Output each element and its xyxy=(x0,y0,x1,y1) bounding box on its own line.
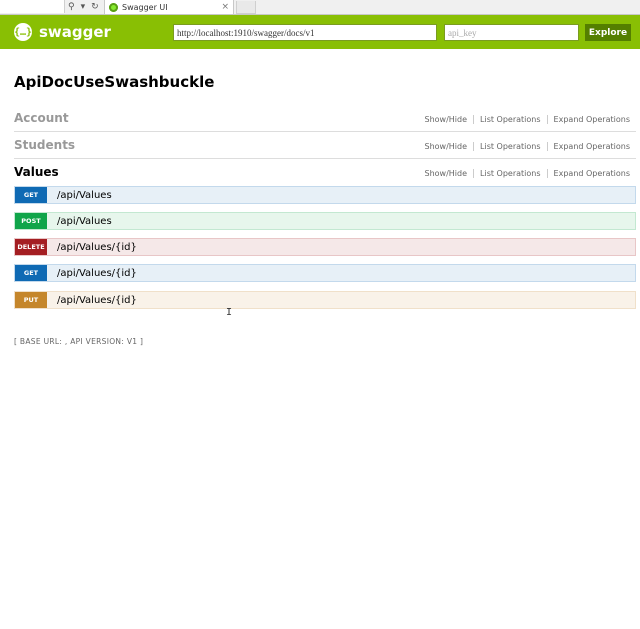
browser-tab[interactable]: Swagger UI × xyxy=(104,0,234,14)
operation-row[interactable]: POST /api/Values xyxy=(14,212,636,230)
resource-account: Account Show/Hide List Operations Expand… xyxy=(14,111,636,132)
api-url-input[interactable] xyxy=(173,24,437,41)
operation-path[interactable]: /api/Values/{id} xyxy=(57,242,137,253)
swagger-header: {…} swagger Explore xyxy=(0,15,640,49)
resource-name[interactable]: Values xyxy=(14,165,59,179)
method-badge[interactable]: DELETE xyxy=(15,239,47,255)
list-operations-link[interactable]: List Operations xyxy=(474,169,548,178)
address-bar-icons: ⚲ ▾ ↻ xyxy=(68,0,99,13)
expand-operations-link[interactable]: Expand Operations xyxy=(548,142,630,151)
show-hide-link[interactable]: Show/Hide xyxy=(419,115,475,124)
api-key-input[interactable] xyxy=(444,24,579,41)
list-operations-link[interactable]: List Operations xyxy=(474,115,548,124)
new-tab-button[interactable] xyxy=(236,1,256,14)
close-tab-icon[interactable]: × xyxy=(221,2,229,12)
logo-text: swagger xyxy=(39,23,111,41)
text-cursor-icon: I xyxy=(226,307,233,318)
method-badge[interactable]: POST xyxy=(15,213,47,229)
operation-row[interactable]: DELETE /api/Values/{id} xyxy=(14,238,636,256)
show-hide-link[interactable]: Show/Hide xyxy=(419,169,475,178)
operation-path[interactable]: /api/Values/{id} xyxy=(57,268,137,279)
operation-row[interactable]: GET /api/Values xyxy=(14,186,636,204)
operation-row[interactable]: GET /api/Values/{id} xyxy=(14,264,636,282)
browser-chrome: ⚲ ▾ ↻ Swagger UI × xyxy=(0,0,640,15)
resource-values: Values Show/Hide List Operations Expand … xyxy=(14,165,636,185)
operation-row[interactable]: PUT /api/Values/{id} xyxy=(14,291,636,309)
method-badge[interactable]: GET xyxy=(15,265,47,281)
resource-name[interactable]: Account xyxy=(14,111,69,125)
method-badge[interactable]: GET xyxy=(15,187,47,203)
refresh-icon[interactable]: ↻ xyxy=(91,2,99,12)
operation-path[interactable]: /api/Values/{id} xyxy=(57,295,137,306)
search-icon[interactable]: ⚲ xyxy=(68,2,75,12)
operation-path[interactable]: /api/Values xyxy=(57,190,112,201)
resource-students: Students Show/Hide List Operations Expan… xyxy=(14,138,636,159)
resource-links: Show/Hide List Operations Expand Operati… xyxy=(419,142,630,151)
swagger-favicon-icon xyxy=(109,2,118,12)
page-title: ApiDocUseSwashbuckle xyxy=(14,73,215,91)
dropdown-icon[interactable]: ▾ xyxy=(81,2,86,12)
address-bar[interactable] xyxy=(0,0,65,13)
api-info-footer: [ BASE URL: , API VERSION: V1 ] xyxy=(14,337,144,346)
expand-operations-link[interactable]: Expand Operations xyxy=(548,115,630,124)
swagger-logo-icon: {…} xyxy=(14,23,32,41)
resource-name[interactable]: Students xyxy=(14,138,75,152)
expand-operations-link[interactable]: Expand Operations xyxy=(548,169,630,178)
resource-links: Show/Hide List Operations Expand Operati… xyxy=(419,169,630,178)
explore-button[interactable]: Explore xyxy=(585,24,631,41)
list-operations-link[interactable]: List Operations xyxy=(474,142,548,151)
operation-path[interactable]: /api/Values xyxy=(57,216,112,227)
method-badge[interactable]: PUT xyxy=(15,292,47,308)
resource-links: Show/Hide List Operations Expand Operati… xyxy=(419,115,630,124)
swagger-logo[interactable]: {…} swagger xyxy=(14,23,111,41)
tab-title: Swagger UI xyxy=(122,2,168,12)
show-hide-link[interactable]: Show/Hide xyxy=(419,142,475,151)
